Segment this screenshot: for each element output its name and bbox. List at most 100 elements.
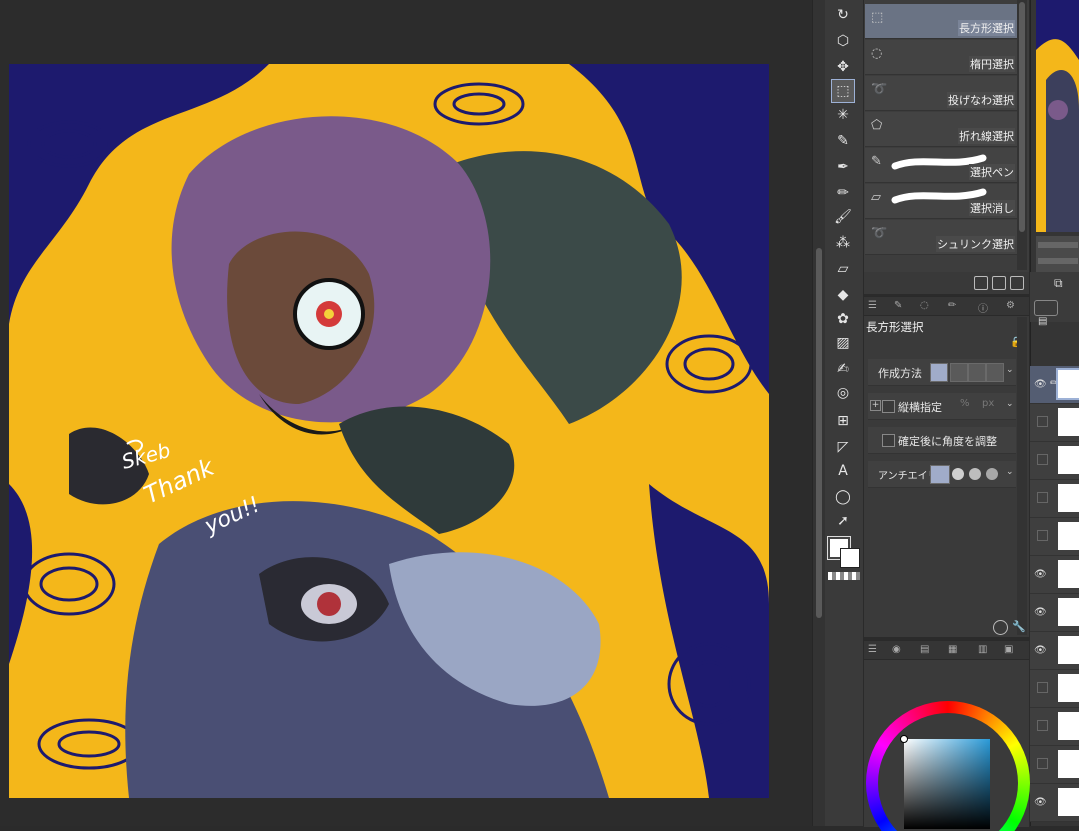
layer-row[interactable]: 👁 [1030, 632, 1079, 670]
subtool-selection-pen[interactable]: ✎ 選択ペン [865, 148, 1017, 183]
menu-icon[interactable]: ☰ [868, 644, 880, 656]
eye-icon[interactable]: 👁 [1034, 569, 1047, 580]
sub-color-swatch[interactable] [840, 548, 860, 568]
layer-row[interactable] [1030, 480, 1079, 518]
frame-icon[interactable]: ⊞ [832, 410, 854, 432]
approximate-color-tab-icon[interactable]: ▥ [978, 644, 990, 656]
lock-toggle[interactable] [1037, 492, 1048, 503]
ruler-icon[interactable]: ◸ [832, 436, 854, 458]
lock-toggle[interactable] [1037, 454, 1048, 465]
tool-property-scrollbar[interactable] [1017, 317, 1027, 635]
canvas-artwork[interactable]: Skeb Thank you!! [9, 64, 769, 798]
adjust-angle-checkbox[interactable] [882, 434, 895, 447]
layer-row[interactable] [1030, 404, 1079, 442]
scrollbar-thumb[interactable] [816, 248, 822, 618]
antialias-medium-button[interactable] [969, 468, 981, 480]
layer-row[interactable]: 👁 [1030, 784, 1079, 822]
navigator-preview[interactable] [1036, 0, 1079, 232]
layer-row[interactable]: 👁 [1030, 594, 1079, 632]
move-icon[interactable]: ↻ [832, 4, 854, 26]
eraser-icon[interactable]: ▱ [832, 258, 854, 280]
eye-icon[interactable]: 👁 [1034, 645, 1047, 656]
color-wheel-tab-icon[interactable]: ◉ [892, 644, 904, 656]
subtract-selection-button[interactable] [968, 363, 986, 382]
subtool-rectangle[interactable]: ⬚ 長方形選択 [865, 4, 1017, 39]
subtool-shrink[interactable]: ➰ シュリンク選択 [865, 220, 1017, 255]
subtool-polyline[interactable]: ⬠ 折れ線選択 [865, 112, 1017, 147]
layer-row[interactable]: 👁 [1030, 556, 1079, 594]
canvas-vertical-scrollbar[interactable] [812, 0, 825, 826]
copy-subtool-icon[interactable] [974, 276, 988, 290]
chevron-down-icon[interactable]: ⌄ [1006, 365, 1016, 377]
antialias-strong-button[interactable] [986, 468, 998, 480]
lock-toggle[interactable] [1037, 758, 1048, 769]
intermediate-color-tab-icon[interactable]: ▦ [948, 644, 960, 656]
settings-tab-icon[interactable]: ⚙ [1006, 300, 1018, 312]
aspect-checkbox[interactable] [882, 400, 895, 413]
chevron-down-icon[interactable]: ⌄ [1006, 467, 1016, 479]
pen-icon[interactable]: ✒ [832, 156, 854, 178]
subtool-scrollbar[interactable] [1017, 0, 1027, 270]
px-icon[interactable]: px [982, 398, 998, 414]
brush-size-tab-icon[interactable]: ✏ [948, 300, 960, 312]
layer-row[interactable] [1030, 708, 1079, 746]
percent-icon[interactable]: % [960, 398, 976, 414]
eyedropper-icon[interactable]: ✎ [832, 130, 854, 152]
pencil-icon[interactable]: ✏ [832, 182, 854, 204]
saturation-value-square[interactable] [904, 739, 990, 829]
tool-property-tab-icon[interactable]: ✎ [894, 300, 906, 312]
auto-select-icon[interactable]: ✳ [832, 104, 854, 126]
object-icon[interactable]: ⬡ [832, 30, 854, 52]
blend-mode-dropdown[interactable] [1034, 300, 1058, 316]
layer-row[interactable] [1030, 518, 1079, 556]
gradient-icon[interactable]: ▨ [832, 332, 854, 354]
layer-property-icon[interactable]: ▤ [1038, 316, 1047, 327]
correct-line-icon[interactable]: ➚ [832, 510, 854, 532]
selection-icon[interactable]: ⬚ [831, 79, 855, 103]
color-set-tab-icon[interactable]: ▤ [920, 644, 932, 656]
expand-icon[interactable]: + [870, 400, 881, 411]
subtool-lasso[interactable]: ➰ 投げなわ選択 [865, 76, 1017, 111]
subtool-detail-tab-icon[interactable]: ◌ [920, 300, 932, 312]
layer-row[interactable] [1030, 746, 1079, 784]
antialias-none-button[interactable] [930, 465, 950, 484]
antialias-weak-button[interactable] [952, 468, 964, 480]
reset-icon[interactable] [993, 620, 1008, 635]
menu-icon[interactable]: ☰ [868, 300, 880, 312]
canvas-workspace[interactable]: Skeb Thank you!! [0, 0, 812, 826]
scrollbar-thumb[interactable] [1019, 2, 1025, 232]
text-icon[interactable]: A [832, 460, 854, 482]
layer-row[interactable]: 👁 ✏ [1030, 366, 1079, 404]
wrench-icon[interactable]: 🔧 [1012, 620, 1026, 633]
figure-icon[interactable]: ✍ [832, 358, 854, 380]
lock-toggle[interactable] [1037, 530, 1048, 541]
lock-toggle[interactable] [1037, 416, 1048, 427]
decoration-icon[interactable]: ✿ [832, 308, 854, 330]
lock-toggle[interactable] [1037, 682, 1048, 693]
layer-row[interactable] [1030, 670, 1079, 708]
blend-icon[interactable]: ◎ [832, 382, 854, 404]
new-subtool-icon[interactable] [992, 276, 1006, 290]
color-wheel[interactable] [866, 701, 1030, 831]
balloon-icon[interactable]: ◯ [832, 486, 854, 508]
lock-toggle[interactable] [1037, 720, 1048, 731]
trash-icon[interactable] [1010, 276, 1024, 290]
eye-icon[interactable]: 👁 [1034, 797, 1047, 808]
move-layer-icon[interactable]: ✥ [832, 56, 854, 78]
airbrush-icon[interactable]: ⁂ [832, 232, 854, 254]
history-tab-icon[interactable]: ▣ [1004, 644, 1016, 656]
info-tab-icon[interactable]: ⓘ [978, 300, 990, 315]
transparent-color-chip[interactable] [828, 572, 860, 580]
add-selection-button[interactable] [950, 363, 968, 382]
subtool-ellipse[interactable]: ◌ 楕円選択 [865, 40, 1017, 75]
eye-icon[interactable]: 👁 [1034, 607, 1047, 618]
layer-stack-icon[interactable]: ⧉ [1054, 276, 1063, 291]
layer-row[interactable] [1030, 442, 1079, 480]
subtool-erase-selection[interactable]: ▱ 選択消し [865, 184, 1017, 219]
color-picker-handle[interactable] [900, 735, 908, 743]
eye-icon[interactable]: 👁 [1034, 379, 1047, 390]
chevron-down-icon[interactable]: ⌄ [1006, 399, 1016, 411]
intersect-selection-button[interactable] [986, 363, 1004, 382]
fill-icon[interactable]: ◆ [832, 284, 854, 306]
brush-icon[interactable]: 🖌 [832, 206, 854, 228]
